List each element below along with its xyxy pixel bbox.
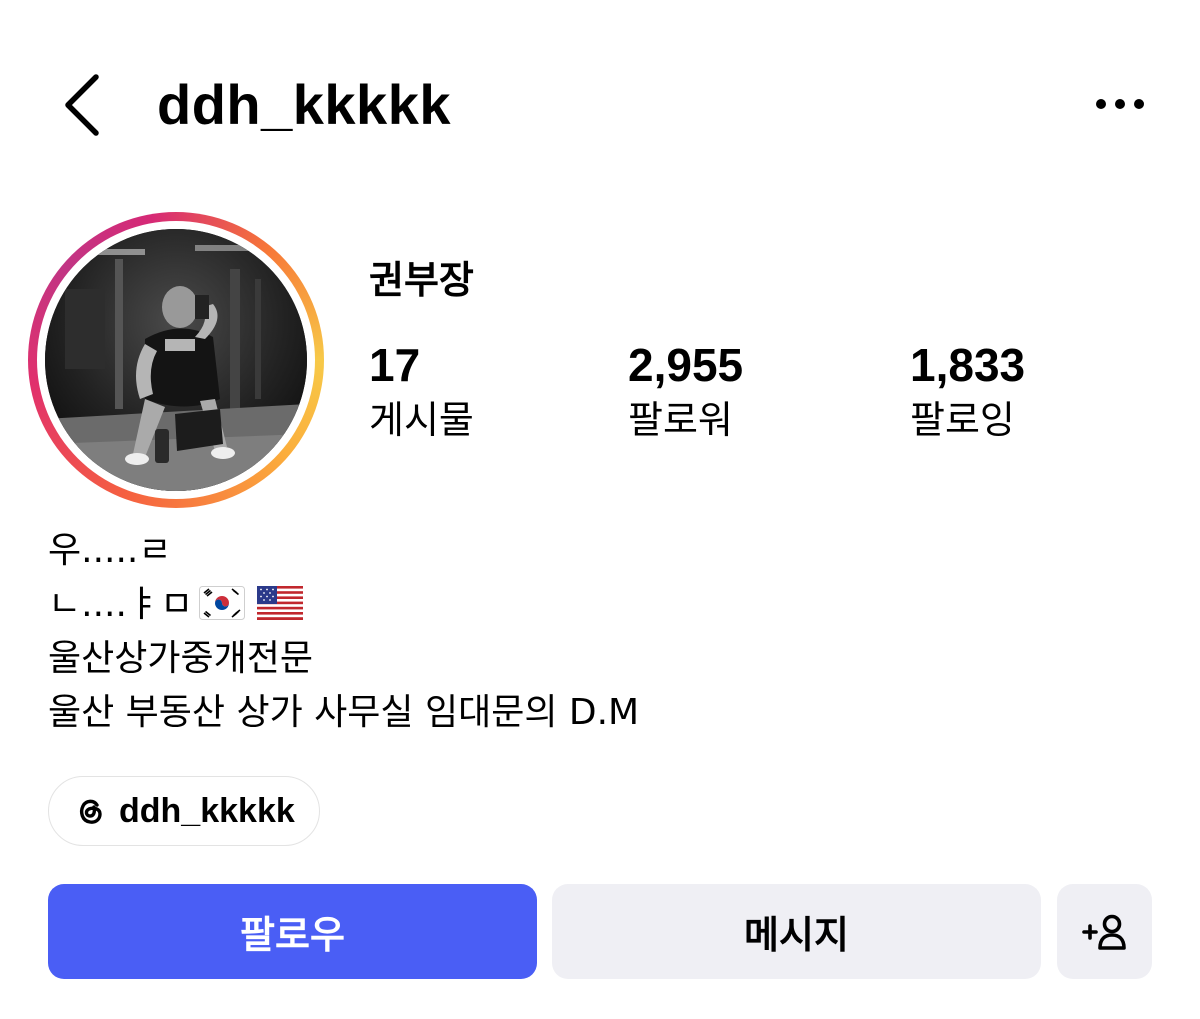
profile-header: ddh_kkkkk [0,60,1200,150]
more-options-button[interactable] [1080,76,1160,132]
avatar [45,229,307,491]
threads-icon [71,792,109,830]
message-button[interactable]: 메시지 [552,884,1041,979]
threads-handle: ddh_kkkkk [119,791,295,830]
korea-flag-icon [199,586,246,620]
stat-followers-label: 팔로워 [628,398,733,442]
bio-line-1: 우.....ㄹ [48,530,172,571]
back-button[interactable] [52,68,112,142]
add-user-icon [1081,914,1126,950]
display-name: 권부장 [369,258,474,302]
avatar-ring-gap [37,221,315,499]
bio-line-2-text: ㄴ....ㅑㅁ [48,584,194,625]
bio-line-2: ㄴ....ㅑㅁ [48,578,639,632]
avatar-photo [45,229,307,491]
avatar-story-ring[interactable] [28,212,324,508]
bio-line-4: 울산 부동산 상가 사무실 임대문의 D.M [48,692,640,733]
follow-button[interactable]: 팔로우 [48,884,537,979]
stat-followers-value: 2,955 [628,339,744,391]
threads-profile-link[interactable]: ddh_kkkkk [48,776,320,846]
usa-flag-icon [257,586,304,620]
stat-following-label: 팔로잉 [910,398,1015,442]
stat-posts-label: 게시물 [369,398,474,442]
profile-username: ddh_kkkkk [157,73,451,136]
stat-following[interactable]: 1,833 팔로잉 [910,338,1025,446]
stat-posts-value: 17 [369,339,421,391]
chevron-left-icon [65,74,99,136]
stat-posts[interactable]: 17 게시물 [369,338,474,446]
add-user-button[interactable] [1057,884,1152,979]
bio-line-3: 울산상가중개전문 [48,638,313,679]
stat-following-value: 1,833 [910,339,1026,391]
profile-bio: 우.....ㄹ ㄴ....ㅑㅁ 울산상가중개전문 울산 부동산 상가 사무실 임… [48,524,639,740]
stat-followers[interactable]: 2,955 팔로워 [628,338,743,446]
more-horizontal-icon [1096,99,1144,109]
